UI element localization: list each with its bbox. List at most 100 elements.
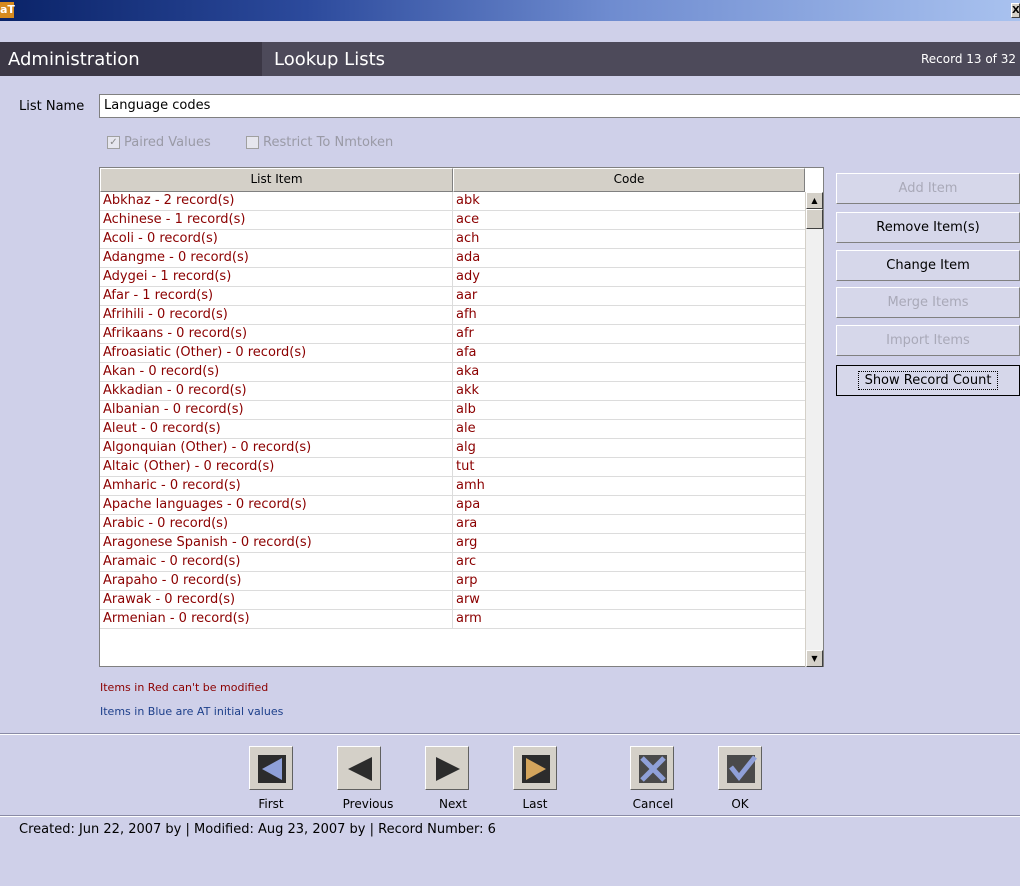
code-cell: akk [456,383,480,398]
remove-item-s-label: Remove Item(s) [876,220,980,235]
vertical-scrollbar[interactable]: ▲ ▼ [805,192,823,667]
list-item-cell: Altaic (Other) - 0 record(s) [100,458,453,476]
last-button[interactable] [513,746,557,790]
previous-button[interactable] [337,746,381,790]
paired-values-checkbox[interactable]: ✓ Paired Values [107,135,211,150]
code-cell: alg [456,440,476,455]
table-row[interactable]: Apache languages - 0 record(s) apa [100,496,805,515]
table-row[interactable]: Aramaic - 0 record(s) arc [100,553,805,572]
window-title-bar: aT X [0,0,1020,21]
last-arrow-icon [522,755,550,783]
scroll-thumb[interactable] [806,209,823,229]
first-arrow-icon [258,755,286,783]
table-row[interactable]: Abkhaz - 2 record(s) abk [100,192,805,211]
code-cell: arg [456,535,478,550]
table-row[interactable]: Arapaho - 0 record(s) arp [100,572,805,591]
code-cell: ale [456,421,476,436]
column-header-code[interactable]: Code [453,168,805,192]
table-row[interactable]: Albanian - 0 record(s) alb [100,401,805,420]
code-cell: arw [456,592,480,607]
table-row[interactable]: Achinese - 1 record(s) ace [100,211,805,230]
import-items-button[interactable]: Import Items [836,325,1020,356]
list-item-cell: Algonquian (Other) - 0 record(s) [100,439,453,457]
list-item-cell: Arabic - 0 record(s) [100,515,453,533]
ok-label: OK [731,797,749,811]
list-item-cell: Afrihili - 0 record(s) [100,306,453,324]
merge-items-button[interactable]: Merge Items [836,287,1020,318]
next-label: Next [439,797,467,811]
list-item-cell: Aleut - 0 record(s) [100,420,453,438]
record-position: Record 13 of 32 [920,52,1016,66]
table-row[interactable]: Adangme - 0 record(s) ada [100,249,805,268]
module-header-left: Administration [0,42,262,76]
remove-item-s-button[interactable]: Remove Item(s) [836,212,1020,243]
list-name-label: List Name [19,99,85,114]
table-row[interactable]: Afroasiatic (Other) - 0 record(s) afa [100,344,805,363]
show-record-count-button[interactable]: Show Record Count [836,365,1020,396]
table-row[interactable]: Arabic - 0 record(s) ara [100,515,805,534]
list-item-cell: Afroasiatic (Other) - 0 record(s) [100,344,453,362]
change-item-button[interactable]: Change Item [836,250,1020,281]
close-button[interactable]: X [1011,3,1020,18]
table-header: List Item Code [100,168,805,192]
next-arrow-icon [436,757,460,781]
first-button[interactable] [249,746,293,790]
table-row[interactable]: Aragonese Spanish - 0 record(s) arg [100,534,805,553]
list-item-cell: Akkadian - 0 record(s) [100,382,453,400]
checkmark-icon: ✓ [107,136,120,149]
ok-check-icon [727,755,757,783]
module-header: Administration Lookup Lists Record 13 of… [0,42,1020,76]
table-row[interactable]: Akan - 0 record(s) aka [100,363,805,382]
blue-items-note: Items in Blue are AT initial values [100,705,284,718]
app-logo-icon: aT [0,2,15,18]
table-row[interactable]: Acoli - 0 record(s) ach [100,230,805,249]
table-row[interactable]: Adygei - 1 record(s) ady [100,268,805,287]
cancel-label: Cancel [632,797,674,811]
next-button[interactable] [425,746,469,790]
list-item-cell: Akan - 0 record(s) [100,363,453,381]
red-items-note: Items in Red can't be modified [100,681,269,694]
restrict-nmtoken-label: Restrict To Nmtoken [263,135,394,150]
code-cell: arc [456,554,477,569]
table-row[interactable]: Afrihili - 0 record(s) afh [100,306,805,325]
code-cell: abk [456,193,480,208]
table-row[interactable]: Aleut - 0 record(s) ale [100,420,805,439]
scroll-up-arrow-icon[interactable]: ▲ [806,192,823,209]
code-cell: apa [456,497,481,512]
paired-values-label: Paired Values [124,135,211,150]
merge-items-label: Merge Items [887,295,969,310]
list-item-cell: Achinese - 1 record(s) [100,211,453,229]
add-item-button[interactable]: Add Item [836,173,1020,204]
add-item-label: Add Item [898,181,958,196]
table-row[interactable]: Afrikaans - 0 record(s) afr [100,325,805,344]
first-label: First [258,797,284,811]
list-item-cell: Acoli - 0 record(s) [100,230,453,248]
table-row[interactable]: Akkadian - 0 record(s) akk [100,382,805,401]
list-item-cell: Afrikaans - 0 record(s) [100,325,453,343]
code-cell: aka [456,364,480,379]
list-item-cell: Adygei - 1 record(s) [100,268,453,286]
column-header-list-item[interactable]: List Item [100,168,453,192]
code-cell: arm [456,611,482,626]
code-cell: arp [456,573,478,588]
list-name-input[interactable]: Language codes [99,94,1020,118]
cancel-button[interactable] [630,746,674,790]
code-cell: ady [456,269,480,284]
ok-button[interactable] [718,746,762,790]
show-record-count-label: Show Record Count [857,371,999,390]
scroll-down-arrow-icon[interactable]: ▼ [806,650,823,667]
table-row[interactable]: Amharic - 0 record(s) amh [100,477,805,496]
table-row[interactable]: Altaic (Other) - 0 record(s) tut [100,458,805,477]
code-cell: amh [456,478,485,493]
table-row[interactable]: Arawak - 0 record(s) arw [100,591,805,610]
lookup-items-table[interactable]: List Item Code Abkhaz - 2 record(s) abk Ac… [99,167,824,667]
divider [0,815,1020,817]
record-metadata-status: Created: Jun 22, 2007 by | Modified: Aug… [19,822,496,837]
restrict-nmtoken-checkbox[interactable]: Restrict To Nmtoken [246,135,393,150]
previous-label: Previous [342,797,394,811]
table-row[interactable]: Afar - 1 record(s) aar [100,287,805,306]
table-row[interactable]: Algonquian (Other) - 0 record(s) alg [100,439,805,458]
table-row[interactable]: Armenian - 0 record(s) arm [100,610,805,629]
code-cell: ara [456,516,478,531]
list-item-cell: Arapaho - 0 record(s) [100,572,453,590]
